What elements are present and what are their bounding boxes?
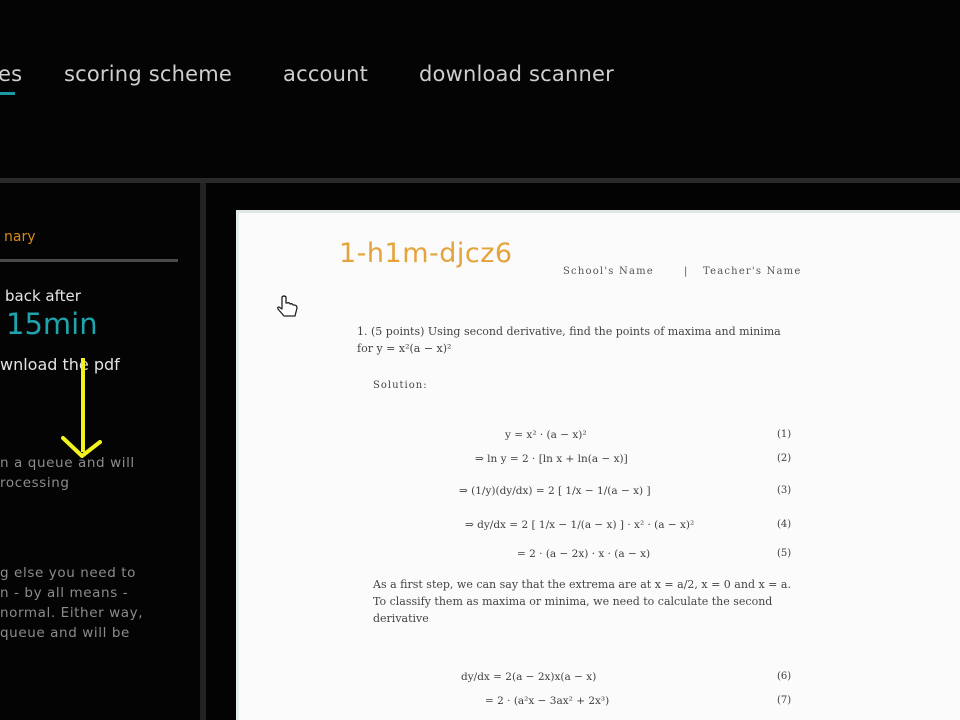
equation: ⇒ ln y = 2 · [ln x + ln(a − x)] [475,453,628,465]
equation: y = x² · (a − x)² [505,429,587,441]
teacher-name: Teacher's Name [703,266,802,277]
question-text: 1. (5 points) Using second derivative, f… [357,325,781,355]
equation: = 2 · (a²x − 3ax² + 2x³) [485,695,610,707]
screen: es scoring scheme account download scann… [0,0,960,720]
equation-number: (1) [777,429,792,440]
equation-number: (3) [777,485,792,496]
sidebar-separator [200,183,206,720]
nav-item-pages[interactable]: es [0,62,22,86]
more-info: g else you need to n - by all means - no… [0,563,143,643]
sidebar: nary back after 15min wnload the pdf n a… [0,183,200,720]
top-nav: es scoring scheme account download scann… [0,0,960,178]
explanation-paragraph: As a first step, we can say that the ext… [373,578,791,625]
summary-title: nary [4,229,36,245]
nav-active-indicator [0,92,15,95]
more-info-line: queue and will be [0,625,130,641]
solution-label: Solution: [373,380,428,391]
summary-divider [0,259,178,262]
document-code: 1-h1m-djcz6 [339,238,513,269]
hand-cursor-icon [277,295,298,317]
equation-number: (5) [777,548,792,559]
more-info-line: g else you need to [0,565,137,581]
more-info-line: n - by all means - [0,585,129,601]
equation-number: (7) [777,695,792,706]
equation: = 2 · (a − 2x) · x · (a − x) [517,548,651,560]
equation: ⇒ (1/y)(dy/dx) = 2 [ 1/x − 1/(a − x) ] [459,485,651,497]
back-after-label: back after [5,287,81,305]
header-separator: | [684,266,689,277]
nav-item-account[interactable]: account [283,62,368,86]
equation: ⇒ dy/dx = 2 [ 1/x − 1/(a − x) ] · x² · (… [465,519,695,531]
equation: dy/dx = 2(a − 2x)x(a − x) [461,671,597,683]
equation-number: (6) [777,671,792,682]
annotation-arrow-icon [61,358,102,458]
more-info-line: normal. Either way, [0,605,144,621]
wait-time: 15min [6,307,98,341]
nav-item-scoring-scheme[interactable]: scoring scheme [64,62,232,86]
document-preview[interactable]: 1-h1m-djcz6 School's Name | Teacher's Na… [236,210,960,720]
school-name: School's Name [563,266,654,277]
equation-number: (4) [777,519,792,530]
nav-item-download-scanner[interactable]: download scanner [419,62,614,86]
queue-info-line: rocessing [0,475,70,491]
equation-number: (2) [777,453,792,464]
